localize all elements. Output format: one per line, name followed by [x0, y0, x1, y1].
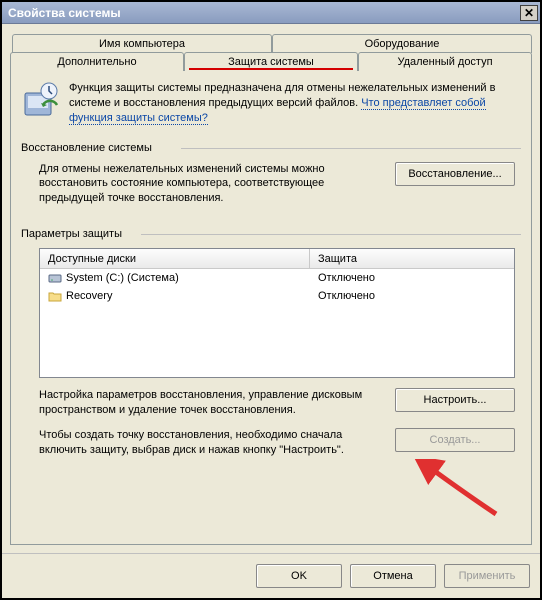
content-area: Имя компьютера Оборудование Дополнительн…: [2, 24, 540, 553]
ok-button[interactable]: OK: [256, 564, 342, 588]
tab-remote-access[interactable]: Удаленный доступ: [358, 52, 532, 71]
apply-button: Применить: [444, 564, 530, 588]
params-heading: Параметры защиты: [21, 228, 521, 240]
help-link[interactable]: Что представляет собой: [361, 97, 485, 110]
tab-computer-name[interactable]: Имя компьютера: [12, 34, 272, 53]
restore-button[interactable]: Восстановление...: [395, 162, 515, 186]
tab-panel: Функция защиты системы предназначена для…: [10, 70, 532, 545]
create-button: Создать...: [395, 428, 515, 452]
close-icon: ✕: [524, 6, 534, 20]
tabs: Имя компьютера Оборудование Дополнительн…: [10, 34, 532, 71]
table-row[interactable]: Recovery Отключено: [40, 287, 514, 305]
restore-description: Для отмены нежелательных изменений систе…: [39, 162, 385, 207]
dialog-buttons: OK Отмена Применить: [2, 553, 540, 598]
hdd-icon: [48, 272, 62, 284]
intro-text: Функция защиты системы предназначена для…: [69, 81, 521, 126]
create-description: Чтобы создать точку восстановления, необ…: [39, 428, 377, 458]
restore-heading: Восстановление системы: [21, 142, 521, 154]
annotation-arrow-icon: [411, 459, 501, 519]
cancel-button[interactable]: Отмена: [350, 564, 436, 588]
configure-button[interactable]: Настроить...: [395, 388, 515, 412]
col-disks[interactable]: Доступные диски: [40, 249, 310, 268]
intro-block: Функция защиты системы предназначена для…: [21, 81, 521, 126]
tab-hardware[interactable]: Оборудование: [272, 34, 532, 53]
window-title: Свойства системы: [8, 6, 121, 20]
tab-system-protection[interactable]: Защита системы: [184, 52, 358, 71]
table-row[interactable]: System (C:) (Система) Отключено: [40, 269, 514, 287]
tab-advanced[interactable]: Дополнительно: [10, 52, 184, 71]
titlebar: Свойства системы ✕: [2, 2, 540, 24]
configure-description: Настройка параметров восстановления, упр…: [39, 388, 377, 418]
folder-icon: [48, 290, 62, 302]
table-header: Доступные диски Защита: [40, 249, 514, 269]
col-protection[interactable]: Защита: [310, 249, 514, 268]
shield-icon: [21, 81, 59, 119]
close-button[interactable]: ✕: [520, 5, 538, 21]
drives-table[interactable]: Доступные диски Защита System (C:) (Сист…: [39, 248, 515, 378]
help-link-2[interactable]: функция защиты системы?: [69, 112, 208, 125]
